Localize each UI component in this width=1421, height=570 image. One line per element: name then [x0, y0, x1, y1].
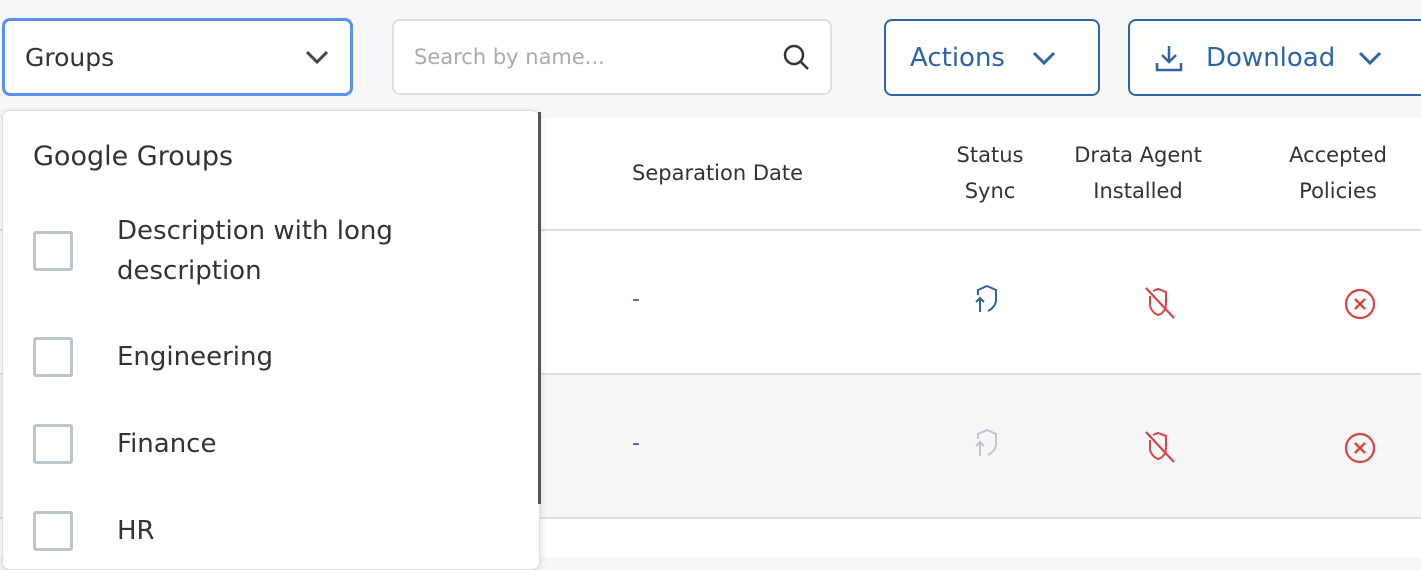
header-text: Accepted [1289, 143, 1387, 167]
option-label: HR [117, 516, 155, 546]
chevron-down-icon [305, 50, 329, 65]
dropdown-title: Google Groups [33, 141, 234, 172]
actions-button[interactable]: Actions [884, 19, 1100, 96]
option-description[interactable] [33, 231, 73, 271]
option-label: Engineering [117, 342, 273, 372]
option-engineering[interactable] [33, 337, 73, 377]
header-status-sync: Status Sync [940, 137, 1040, 209]
checkbox[interactable] [33, 231, 73, 271]
x-circle-icon [1344, 432, 1376, 464]
search-icon [783, 44, 809, 70]
option-label: Finance [117, 429, 217, 459]
shield-off-icon [1145, 431, 1175, 463]
actions-label: Actions [910, 42, 1005, 73]
shield-sync-icon [975, 429, 997, 456]
header-separation-date: Separation Date [632, 161, 804, 185]
groups-dropdown-panel: Google Groups Description with long desc… [2, 110, 540, 570]
download-icon [1155, 45, 1183, 71]
dropdown-scrollbar[interactable] [538, 112, 541, 504]
option-finance[interactable] [33, 424, 73, 464]
header-text: Installed [1093, 179, 1183, 203]
chevron-down-icon [1359, 51, 1382, 65]
checkbox[interactable] [33, 424, 73, 464]
search-placeholder: Search by name... [414, 45, 605, 69]
shield-sync-icon [975, 285, 997, 312]
separation-date: - [632, 431, 640, 456]
x-circle-icon [1344, 288, 1376, 320]
header-agent-installed: Drata Agent Installed [1058, 137, 1218, 209]
header-accepted-policies: Accepted Policies [1268, 137, 1408, 209]
shield-off-icon [1145, 287, 1175, 319]
header-text: Status [956, 143, 1024, 167]
separation-date: - [632, 287, 640, 312]
option-label: Description with long description [117, 216, 393, 286]
header-text: Policies [1299, 179, 1377, 203]
header-text: Drata Agent [1074, 143, 1202, 167]
download-label: Download [1206, 42, 1336, 73]
search-input[interactable]: Search by name... [392, 19, 832, 95]
checkbox[interactable] [33, 337, 73, 377]
groups-select-value: Groups [25, 42, 115, 72]
checkbox[interactable] [33, 511, 73, 551]
chevron-down-icon [1032, 51, 1056, 65]
option-hr[interactable] [33, 511, 73, 551]
header-text: Sync [964, 179, 1016, 203]
download-button[interactable]: Download [1128, 19, 1421, 96]
groups-select[interactable]: Groups [2, 18, 353, 96]
